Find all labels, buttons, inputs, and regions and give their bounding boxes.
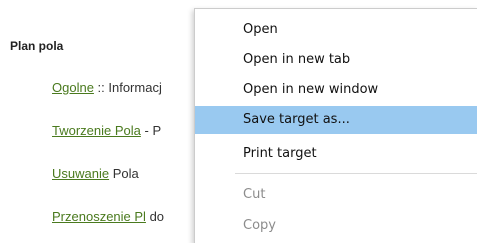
web-page: Plan pola Ogolne :: Informacj Tworzenie … [0,0,477,243]
list-item: Przenoszenie Pl do [52,209,164,224]
page-heading: Plan pola [10,39,64,53]
list-item: Ogolne :: Informacj [52,80,162,95]
menu-item-open-new-window[interactable]: Open in new window [195,76,477,104]
menu-item-print-target[interactable]: Print target [195,140,477,168]
menu-separator [235,173,477,174]
link-przenoszenie[interactable]: Przenoszenie Pl [52,209,146,224]
list-item-text: - P [140,123,162,138]
menu-item-save-target-as[interactable]: Save target as... [195,106,477,134]
menu-item-copy[interactable]: Copy [195,212,477,240]
list-item: Tworzenie Pola - P [52,123,161,138]
list-item: Usuwanie Pola [52,166,139,181]
link-usuwanie[interactable]: Usuwanie [52,166,109,181]
menu-item-open[interactable]: Open [195,16,477,44]
list-item-text: do [145,209,165,224]
list-item-text: Pola [109,166,139,181]
link-ogolne[interactable]: Ogolne [52,80,94,95]
menu-item-open-new-tab[interactable]: Open in new tab [195,46,477,74]
list-item-text: :: Informacj [93,80,162,95]
context-menu: Open Open in new tab Open in new window … [194,8,477,243]
link-tworzenie-pola[interactable]: Tworzenie Pola [52,123,141,138]
menu-item-cut[interactable]: Cut [195,181,477,209]
